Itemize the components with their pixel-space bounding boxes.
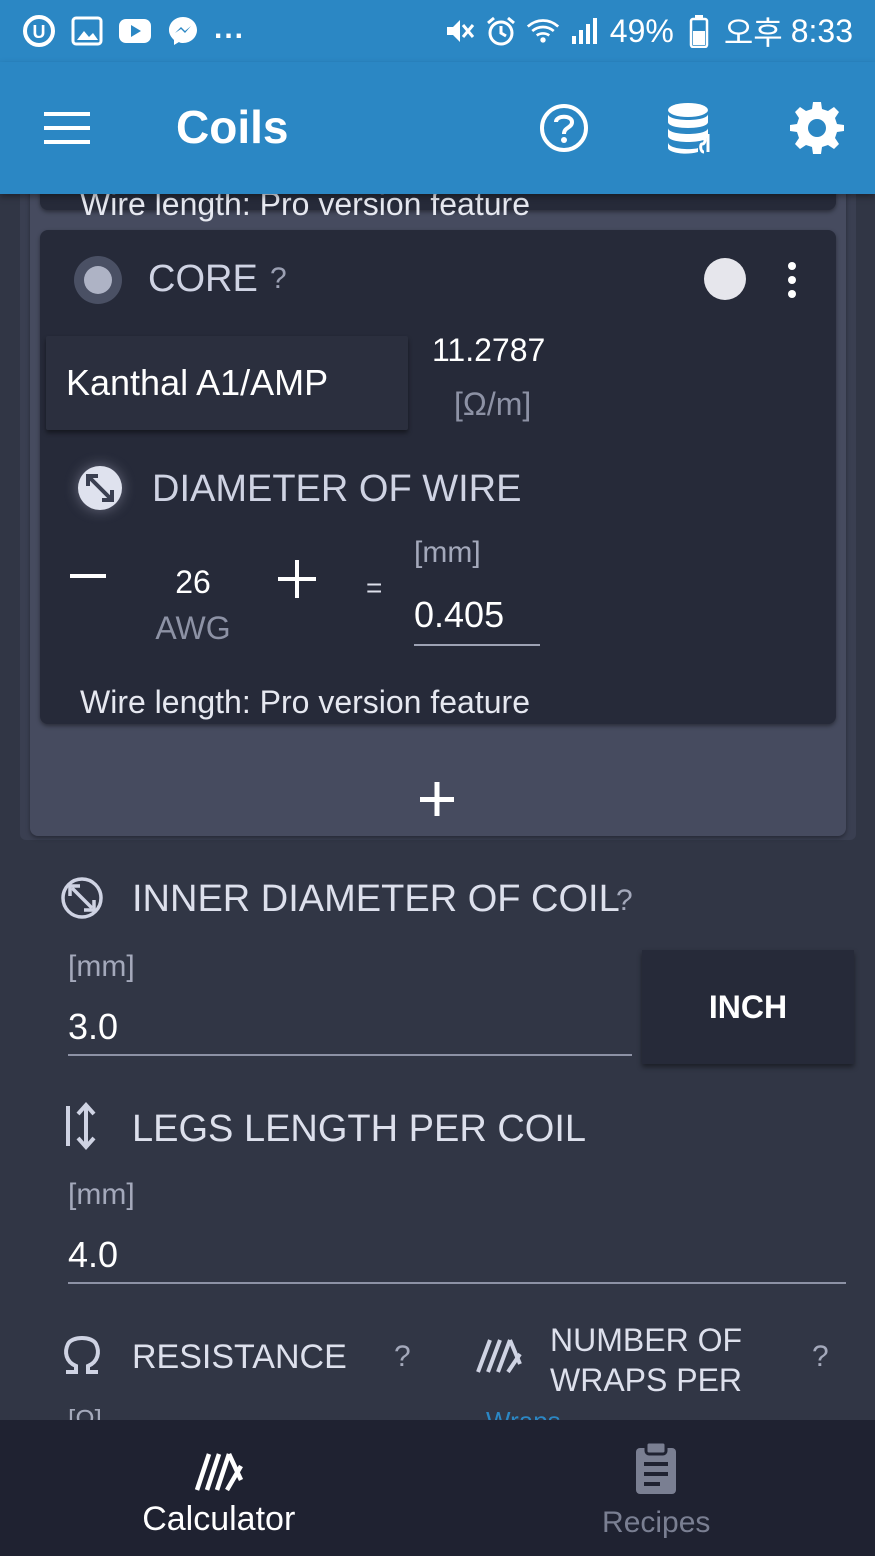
equals-sign: = — [366, 572, 383, 603]
legs-length-title: LEGS LENGTH PER COIL — [132, 1108, 587, 1150]
mute-icon — [442, 14, 476, 48]
legs-length-unit: [mm] — [68, 1178, 135, 1211]
core-label: CORE — [148, 258, 258, 300]
wraps-help-button[interactable]: ? — [812, 1340, 829, 1374]
resistance-unit: [Ω] — [68, 1404, 102, 1420]
calculator-coil-icon — [191, 1440, 247, 1496]
resistivity-value: 11.2787 — [432, 332, 546, 368]
status-bar: U ... 49% 오후 8:33 — [0, 0, 875, 62]
core-help-button[interactable]: ? — [270, 262, 287, 296]
resistance-title: RESISTANCE — [132, 1338, 347, 1376]
wire-length-note: Wire length: Pro version feature — [80, 684, 530, 720]
wifi-icon — [526, 14, 560, 48]
decrease-gauge-button[interactable] — [68, 556, 108, 596]
menu-icon[interactable] — [44, 108, 92, 148]
time-ampm: 오후 — [723, 15, 783, 51]
wire-length-note: Wire length: Pro version feature — [80, 194, 530, 222]
nav-calculator-label: Calculator — [142, 1500, 296, 1538]
app-notification-icon: U — [22, 14, 56, 48]
diameter-unit: [mm] — [414, 536, 481, 569]
svg-text:U: U — [33, 22, 46, 42]
diameter-icon — [78, 466, 122, 510]
battery-icon — [682, 14, 716, 48]
ohm-icon — [60, 1332, 108, 1380]
inner-diameter-help-button[interactable]: ? — [616, 884, 633, 918]
material-name: Kanthal A1/AMP — [66, 362, 329, 403]
diameter-input[interactable]: 0.405 — [414, 594, 540, 646]
resistivity-unit: [Ω/m] — [454, 386, 532, 422]
more-notifications-indicator: ... — [214, 12, 246, 45]
wraps-unit: Wraps — [486, 1406, 561, 1420]
time: 8:33 — [790, 12, 853, 49]
inner-diameter-title: INNER DIAMETER OF COIL — [132, 878, 620, 920]
gauge-value: 26 — [175, 564, 211, 600]
page-title: Coils — [176, 101, 289, 153]
increase-gauge-button[interactable] — [276, 558, 318, 600]
wraps-title: NUMBER OF WRAPS PER — [550, 1320, 742, 1400]
inner-diameter-unit: [mm] — [68, 950, 135, 983]
wraps-title-line2: WRAPS PER — [550, 1362, 743, 1398]
core-wire-card: CORE ? Kanthal A1/AMP 11.2787 [Ω/m] DIAM… — [40, 230, 836, 724]
inner-diameter-input[interactable]: 3.0 — [68, 1006, 632, 1056]
coil-wraps-icon — [474, 1334, 522, 1382]
help-icon[interactable] — [538, 102, 590, 154]
nav-recipes[interactable]: Recipes — [438, 1420, 875, 1556]
clipboard-icon — [628, 1440, 684, 1496]
legs-length-icon — [62, 1101, 110, 1151]
bottom-navigation: Calculator Recipes — [0, 1420, 875, 1556]
alarm-icon — [484, 14, 518, 48]
battery-percent: 49% — [609, 12, 674, 49]
material-selector[interactable]: Kanthal A1/AMP — [46, 336, 408, 430]
core-radio-button[interactable] — [74, 256, 122, 304]
messenger-icon — [166, 14, 200, 48]
wraps-title-line1: NUMBER OF — [550, 1322, 742, 1358]
legs-length-input[interactable]: 4.0 — [68, 1234, 846, 1284]
gallery-icon — [70, 14, 104, 48]
diameter-of-wire-title: DIAMETER OF WIRE — [152, 468, 522, 510]
youtube-icon — [118, 14, 152, 48]
nav-recipes-label: Recipes — [602, 1506, 711, 1539]
nav-calculator[interactable]: Calculator — [0, 1420, 438, 1556]
calculator-content[interactable]: Wire length: Pro version feature CORE ? … — [0, 194, 875, 1420]
add-wire-button[interactable] — [416, 778, 458, 820]
inner-diameter-icon — [58, 874, 106, 922]
gauge-unit: AWG — [155, 610, 231, 646]
materials-database-icon[interactable] — [664, 100, 716, 156]
inch-toggle-button[interactable]: INCH — [642, 950, 854, 1064]
app-bar: Coils — [0, 62, 875, 194]
settings-gear-icon[interactable] — [790, 100, 844, 154]
more-options-icon[interactable] — [782, 260, 802, 300]
resistance-help-button[interactable]: ? — [394, 1340, 411, 1374]
previous-wire-card: Wire length: Pro version feature — [40, 194, 836, 222]
wire-color-picker[interactable] — [704, 258, 746, 300]
signal-icon — [568, 14, 602, 48]
